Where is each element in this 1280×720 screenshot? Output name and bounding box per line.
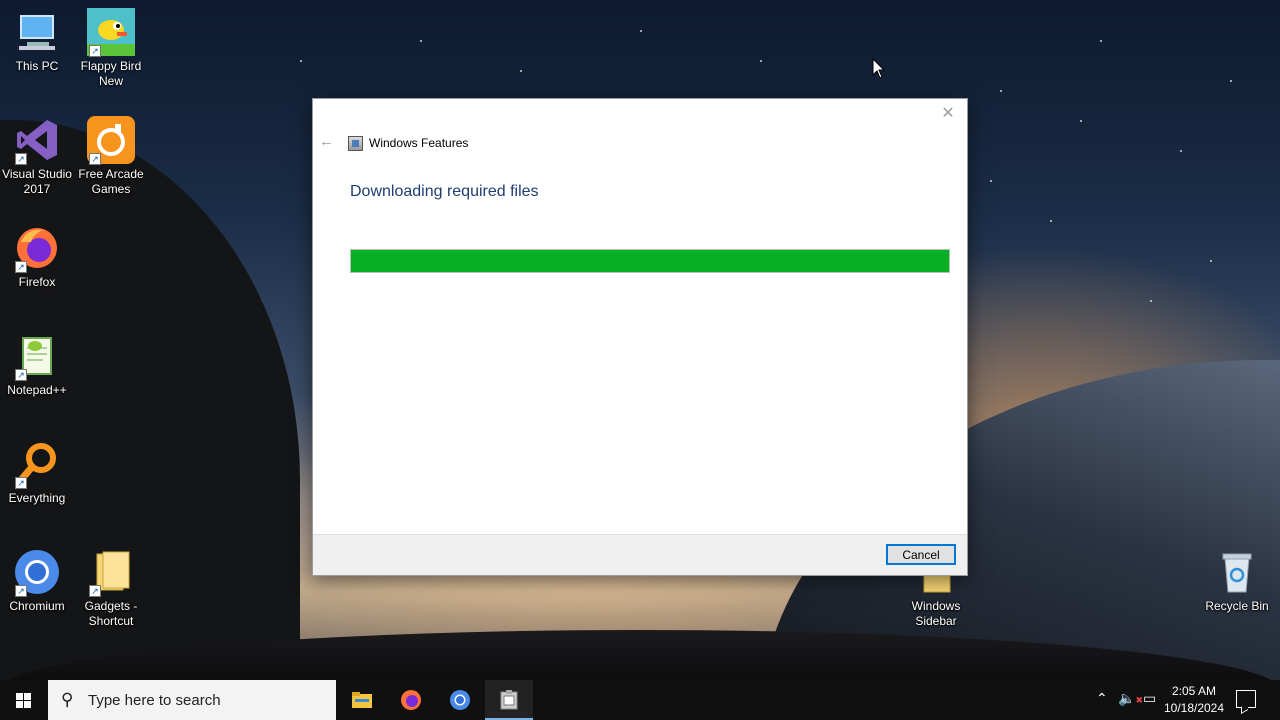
arcade-games-icon: ↗ — [87, 116, 135, 165]
download-progress-bar — [350, 249, 950, 273]
desktop-icon-label: Everything — [8, 491, 66, 505]
wallpaper-cliff — [0, 120, 300, 720]
taskbar-chromium[interactable] — [436, 680, 484, 720]
shortcut-arrow-icon: ↗ — [15, 153, 27, 165]
folder-icon: ↗ — [87, 548, 135, 597]
desktop-icon-chromium[interactable]: ↗ Chromium — [0, 548, 74, 614]
everything-search-icon: ↗ — [13, 440, 61, 489]
shortcut-arrow-icon: ↗ — [89, 153, 101, 165]
clock-time: 2:05 AM — [1171, 684, 1217, 698]
show-hidden-icons-chevron-icon[interactable]: ⌃ — [1096, 690, 1108, 707]
network-icon[interactable]: ▭ — [1143, 690, 1156, 707]
desktop-icon-notepad-plus-plus[interactable]: ↗ Notepad++ — [0, 332, 74, 398]
shortcut-arrow-icon: ↗ — [89, 585, 101, 597]
windows-logo-icon — [16, 693, 32, 708]
desktop-icon-label: This PC — [15, 59, 59, 73]
desktop-icon-label: Free Arcade Games — [78, 167, 144, 196]
clock-date: 10/18/2024 — [1163, 701, 1225, 715]
cancel-button[interactable]: Cancel — [886, 544, 956, 565]
desktop-icon-recycle-bin[interactable]: Recycle Bin — [1200, 548, 1274, 614]
computer-icon — [13, 8, 61, 56]
firefox-icon — [401, 690, 421, 710]
flappy-bird-icon: ↗ — [87, 8, 135, 57]
taskbar-file-explorer[interactable] — [338, 680, 386, 720]
shortcut-arrow-icon: ↗ — [15, 477, 27, 489]
dialog-footer: Cancel — [313, 534, 967, 575]
back-arrow-icon[interactable]: ← — [319, 133, 334, 150]
windows-features-icon — [348, 136, 363, 151]
visual-studio-icon: ↗ — [13, 116, 61, 165]
shortcut-arrow-icon: ↗ — [15, 585, 27, 597]
chromium-icon — [450, 690, 470, 710]
desktop-icon-label: Flappy Bird New — [80, 59, 142, 88]
desktop-icon-visual-studio[interactable]: ↗ Visual Studio 2017 — [0, 116, 74, 197]
file-explorer-icon — [352, 692, 372, 708]
taskbar-windows-features[interactable] — [485, 680, 533, 720]
mouse-cursor-icon — [872, 58, 886, 79]
action-center-icon[interactable] — [1236, 690, 1256, 708]
desktop-icon-firefox[interactable]: ↗ Firefox — [0, 224, 74, 290]
notepad-plus-plus-icon: ↗ — [13, 332, 61, 381]
search-icon: ⚲ — [61, 690, 74, 709]
windows-features-dialog: ✕ ← Windows Features Downloading require… — [312, 98, 968, 576]
shortcut-arrow-icon: ↗ — [15, 261, 27, 273]
close-button[interactable]: ✕ — [937, 103, 959, 125]
taskbar-firefox[interactable] — [387, 680, 435, 720]
desktop-icon-label: Chromium — [9, 599, 65, 613]
volume-muted-icon[interactable]: 🔈✖ — [1118, 690, 1143, 707]
start-button[interactable] — [0, 680, 48, 720]
dialog-title: Windows Features — [369, 136, 469, 150]
desktop-icon-label: Notepad++ — [7, 383, 67, 397]
search-placeholder: Type here to search — [88, 692, 221, 709]
shortcut-arrow-icon: ↗ — [89, 45, 101, 57]
desktop-icon-label: Windows Sidebar — [911, 599, 961, 628]
desktop-icon-everything[interactable]: ↗ Everything — [0, 440, 74, 506]
taskbar: ⚲ Type here to search ⌃ 🔈✖ ▭ 2:05 AM 10/… — [0, 680, 1280, 720]
desktop-icon-label: Recycle Bin — [1205, 599, 1269, 613]
desktop-icon-label: Firefox — [18, 275, 56, 289]
chromium-icon: ↗ — [13, 548, 61, 597]
desktop-icon-free-arcade-games[interactable]: ↗ Free Arcade Games — [74, 116, 148, 197]
taskbar-search-box[interactable]: ⚲ Type here to search — [48, 680, 336, 720]
desktop-icon-gadgets-shortcut[interactable]: ↗ Gadgets - Shortcut — [74, 548, 148, 629]
desktop-icon-flappy-bird[interactable]: ↗ Flappy Bird New — [74, 8, 148, 89]
firefox-icon: ↗ — [13, 224, 61, 273]
recycle-bin-icon — [1213, 548, 1261, 596]
windows-features-icon — [500, 690, 518, 710]
desktop-icon-label: Visual Studio 2017 — [2, 167, 72, 196]
taskbar-clock[interactable]: 2:05 AM 10/18/2024 — [1158, 683, 1230, 717]
desktop-icon-this-pc[interactable]: This PC — [0, 8, 74, 74]
status-heading: Downloading required files — [350, 183, 539, 200]
progress-fill — [351, 250, 949, 272]
desktop-icon-label: Gadgets - Shortcut — [84, 599, 138, 628]
shortcut-arrow-icon: ↗ — [15, 369, 27, 381]
